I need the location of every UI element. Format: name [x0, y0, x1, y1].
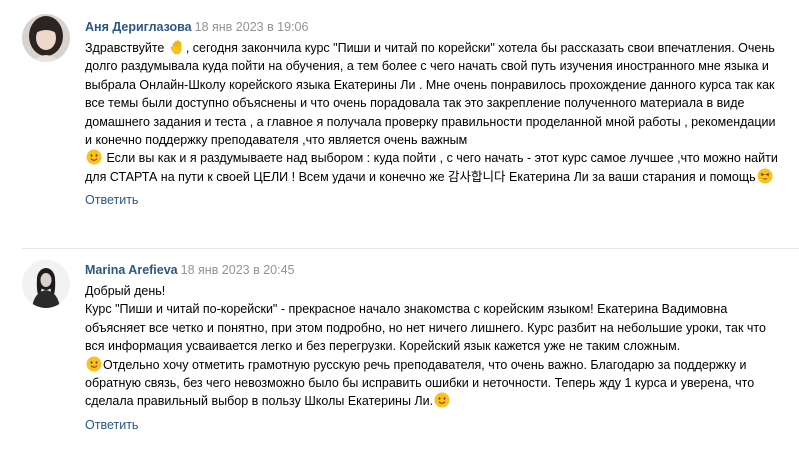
avatar[interactable]: [22, 14, 70, 62]
grinning-face-icon: [757, 168, 773, 184]
reply-button[interactable]: Ответить: [85, 192, 781, 208]
smiling-face-icon: [86, 356, 102, 372]
comment-date[interactable]: 18 янв 2023 в 20:45: [181, 263, 295, 277]
comment-header: Marina Arefieva 18 янв 2023 в 20:45: [85, 262, 781, 278]
comment-text-part: , сегодня закончила курс "Пиши и читай п…: [85, 41, 776, 148]
comment-date[interactable]: 18 янв 2023 в 19:06: [195, 20, 309, 34]
comment-greeting: Добрый день!: [85, 284, 166, 298]
comment-text-part: Если вы как и я раздумываете над выбором…: [85, 151, 778, 184]
comment-text-part: Курс "Пиши и читай по-корейски" - прекра…: [85, 302, 766, 354]
comment-item: Аня Дериглазова 18 янв 2023 в 19:06 Здрав…: [0, 0, 799, 248]
comment-text: Добрый день! Курс "Пиши и читай по-корей…: [85, 282, 781, 411]
comment-body: Marina Arefieva 18 янв 2023 в 20:45 Добры…: [85, 262, 781, 433]
comment-body: Аня Дериглазова 18 янв 2023 в 19:06 Здрав…: [85, 19, 781, 208]
comment-header: Аня Дериглазова 18 янв 2023 в 19:06: [85, 19, 781, 35]
reply-button[interactable]: Ответить: [85, 417, 781, 433]
comment-text: Здравствуйте , сегодня закончила курс "П…: [85, 39, 781, 186]
comment-text-part: Отдельно хочу отметить грамотную русскую…: [85, 357, 755, 409]
comment-item: Marina Arefieva 18 янв 2023 в 20:45 Добры…: [0, 249, 799, 451]
smiling-face-icon: [434, 392, 450, 408]
comment-text-part: Здравствуйте: [85, 41, 165, 55]
comment-author[interactable]: Аня Дериглазова: [85, 20, 192, 34]
smiling-face-icon: [86, 149, 102, 165]
avatar-photo: [22, 260, 70, 308]
waving-hand-icon: [170, 40, 182, 55]
avatar[interactable]: [22, 260, 70, 308]
avatar-photo: [22, 14, 70, 62]
comment-author[interactable]: Marina Arefieva: [85, 263, 178, 277]
